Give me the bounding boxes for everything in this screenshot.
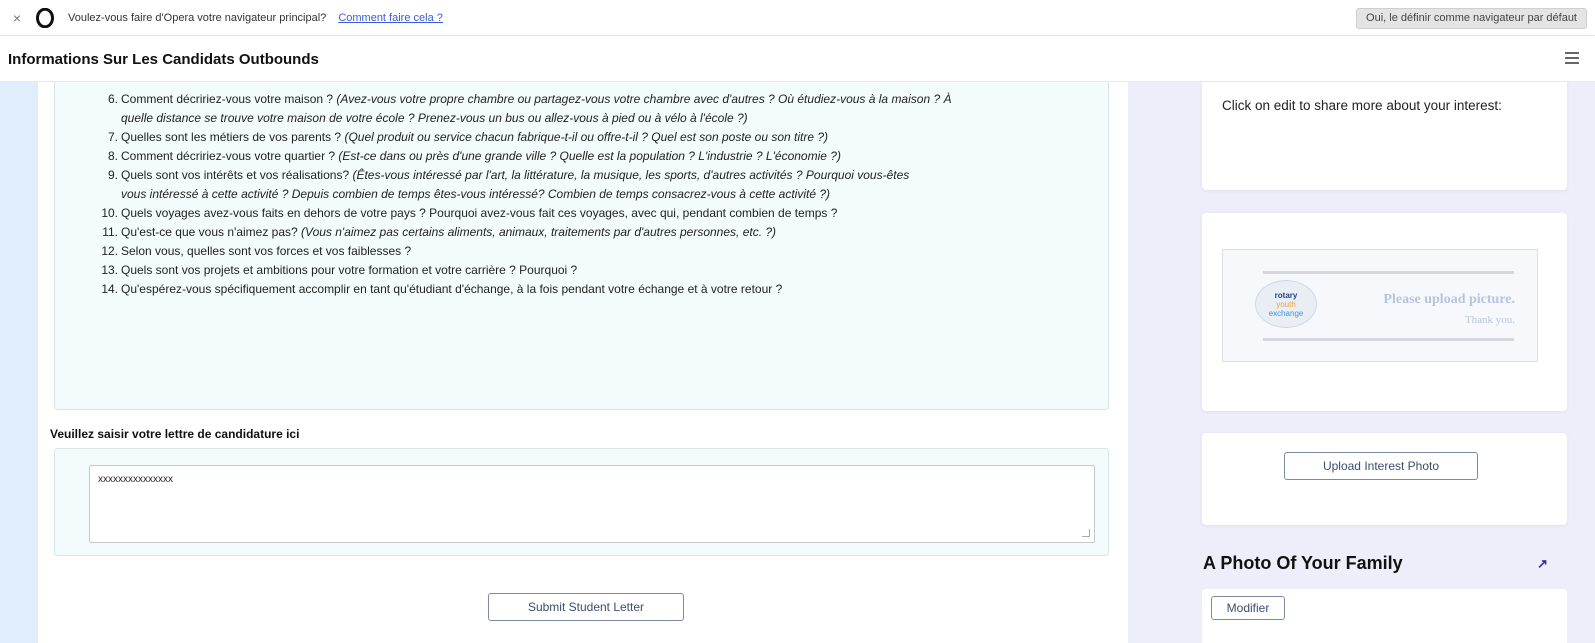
modify-button[interactable]: Modifier <box>1211 596 1285 620</box>
interest-photo-card: rotary youth exchange Please upload pict… <box>1202 213 1567 411</box>
letter-panel: xxxxxxxxxxxxxxx <box>54 448 1109 556</box>
upload-interest-photo-button[interactable]: Upload Interest Photo <box>1284 452 1478 480</box>
question-item: 13. Quels sont vos projets et ambitions … <box>101 263 578 277</box>
question-item: 7. Quelles sont les métiers de vos paren… <box>107 130 829 144</box>
resize-handle-icon[interactable] <box>1082 529 1090 537</box>
placeholder-subtext: Thank you. <box>1464 314 1515 326</box>
opera-how-to-link[interactable]: Comment faire cela ? <box>338 12 443 24</box>
page-title: Informations Sur Les Candidats Outbounds <box>8 50 319 68</box>
letter-label: Veuillez saisir votre lettre de candidat… <box>50 427 300 441</box>
set-default-browser-button[interactable]: Oui, le définir comme navigateur par déf… <box>1356 8 1587 29</box>
question-item: 14. Qu'espérez-vous spécifiquement accom… <box>101 282 783 296</box>
submit-letter-button[interactable]: Submit Student Letter <box>488 593 684 621</box>
questions-panel: 6. Comment décririez-vous votre maison ?… <box>54 82 1109 410</box>
family-photo-card: Modifier <box>1202 589 1567 643</box>
opera-prompt-message: Voulez-vous faire d'Opera votre navigate… <box>68 11 327 24</box>
opera-logo-icon <box>36 7 54 28</box>
placeholder-text: Please upload picture. <box>1383 292 1515 307</box>
interest-card: Click on edit to share more about your i… <box>1202 82 1567 190</box>
rotary-youth-exchange-logo: rotary youth exchange <box>1255 280 1317 328</box>
letter-textarea[interactable]: xxxxxxxxxxxxxxx <box>89 465 1095 543</box>
interest-prompt: Click on edit to share more about your i… <box>1222 98 1502 113</box>
family-photo-heading: A Photo Of Your Family <box>1203 553 1403 573</box>
question-item-continuation: vous intéressé à cette activité ? Depuis… <box>121 187 831 201</box>
photo-placeholder-image: rotary youth exchange Please upload pict… <box>1222 249 1538 362</box>
expand-arrow-icon[interactable]: ↗ <box>1537 556 1548 572</box>
left-gutter <box>0 82 38 643</box>
question-item: 12. Selon vous, quelles sont vos forces … <box>101 244 412 258</box>
question-item: 9. Quels sont vos intérêts et vos réalis… <box>107 168 910 182</box>
hamburger-menu-icon[interactable] <box>1565 52 1579 64</box>
questions-list: 6. Comment décririez-vous votre maison ?… <box>55 90 1110 299</box>
opera-default-browser-bar: × Voulez-vous faire d'Opera votre naviga… <box>0 0 1595 36</box>
question-item: 6. Comment décririez-vous votre maison ?… <box>107 92 952 106</box>
question-item: 8. Comment décririez-vous votre quartier… <box>107 149 841 163</box>
close-icon[interactable]: × <box>10 10 24 26</box>
question-item: 10. Quels voyages avez-vous faits en deh… <box>101 206 838 220</box>
question-item-continuation: quelle distance se trouve votre maison d… <box>121 111 748 125</box>
app-header: Informations Sur Les Candidats Outbounds <box>0 37 1595 82</box>
question-item: 11. Qu'est-ce que vous n'aimez pas? (Vou… <box>102 225 777 239</box>
upload-card: Upload Interest Photo <box>1202 433 1567 525</box>
